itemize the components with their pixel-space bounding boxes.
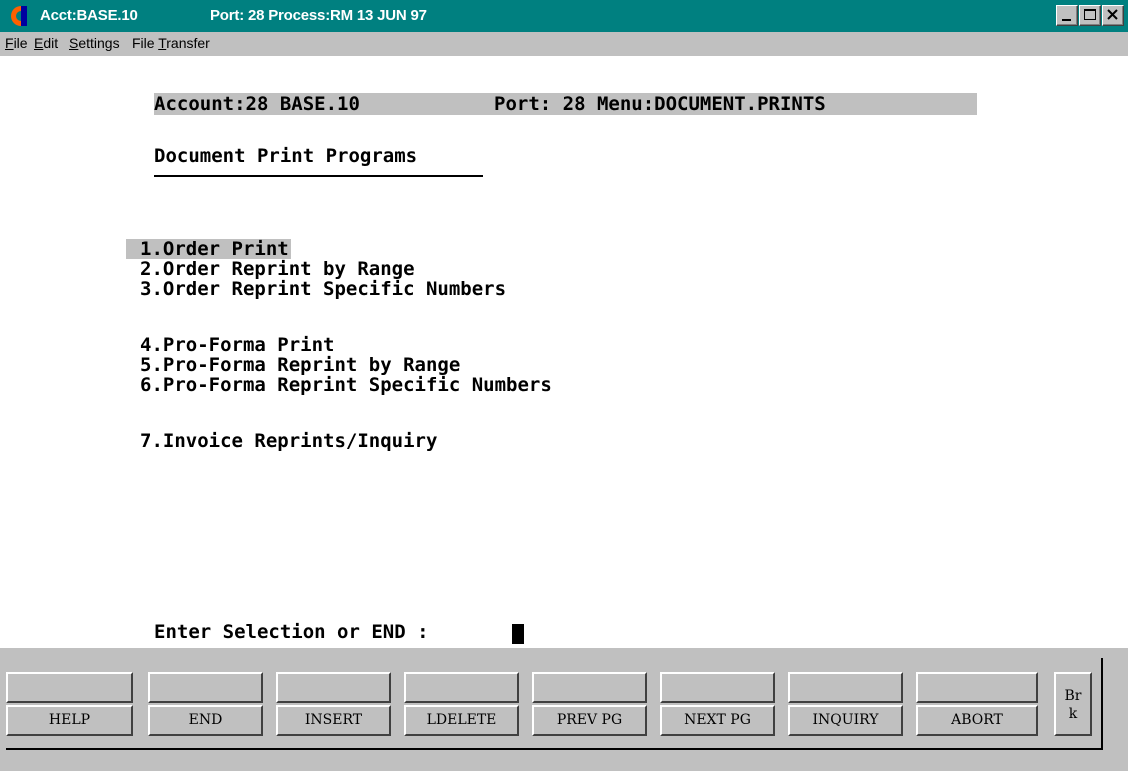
fkey-top-1[interactable] [6, 672, 133, 703]
page-title: Document Print Programs [154, 145, 418, 167]
ldelete-key[interactable]: LDELETE [404, 705, 519, 736]
terminal-screen[interactable]: Account:28 BASE.10 Port: 28 Menu:DOCUMEN… [0, 56, 1128, 648]
status-account: Account:28 BASE.10 [154, 93, 360, 115]
insert-key[interactable]: INSERT [276, 705, 391, 736]
maximize-icon [1084, 9, 1096, 20]
function-key-bar: HELP END INSERT LDELETE PREV PG NEXT PG … [0, 648, 1128, 771]
menu-option-7[interactable]: 7.Invoice Reprints/Inquiry [140, 431, 437, 451]
maximize-button[interactable] [1079, 5, 1101, 26]
title-bar: Acct:BASE.10 Port: 28 Process:RM 13 JUN … [0, 0, 1128, 32]
abort-key[interactable]: ABORT [916, 705, 1038, 736]
menu-settings[interactable]: Settings [69, 35, 120, 51]
break-key[interactable]: Br k [1054, 672, 1092, 736]
function-key-panel: HELP END INSERT LDELETE PREV PG NEXT PG … [6, 658, 1103, 750]
terminal-window: Acct:BASE.10 Port: 28 Process:RM 13 JUN … [0, 0, 1128, 771]
menu-file-transfer[interactable]: File Transfer [132, 35, 210, 51]
help-key[interactable]: HELP [6, 705, 133, 736]
menu-option-4[interactable]: 4.Pro-Forma Print [140, 335, 334, 355]
next-page-key[interactable]: NEXT PG [660, 705, 775, 736]
selection-prompt: Enter Selection or END : [154, 621, 429, 643]
fkey-top-3[interactable] [276, 672, 391, 703]
menu-option-6[interactable]: 6.Pro-Forma Reprint Specific Numbers [140, 375, 552, 395]
inquiry-key[interactable]: INQUIRY [788, 705, 903, 736]
break-key-label-1: Br [1064, 688, 1082, 704]
prev-page-key[interactable]: PREV PG [532, 705, 647, 736]
menu-option-5[interactable]: 5.Pro-Forma Reprint by Range [140, 355, 460, 375]
minimize-icon [1062, 19, 1071, 21]
menu-edit[interactable]: Edit [34, 35, 58, 51]
fkey-top-5[interactable] [532, 672, 647, 703]
text-cursor[interactable] [512, 624, 524, 644]
fkey-top-6[interactable] [660, 672, 775, 703]
menu-bar: File Edit Settings File Transfer [0, 32, 1128, 56]
heading-underline [154, 175, 483, 177]
close-button[interactable] [1102, 5, 1124, 26]
minimize-button[interactable] [1056, 5, 1078, 26]
menu-option-3[interactable]: 3.Order Reprint Specific Numbers [140, 279, 506, 299]
menu-option-2[interactable]: 2.Order Reprint by Range [140, 259, 415, 279]
app-icon[interactable] [6, 5, 28, 27]
fkey-top-7[interactable] [788, 672, 903, 703]
menu-option-1[interactable]: 1.Order Print [126, 239, 291, 259]
fkey-top-8[interactable] [916, 672, 1038, 703]
break-key-label-2: k [1068, 706, 1078, 722]
menu-file[interactable]: File [5, 35, 28, 51]
title-port-process: Port: 28 Process:RM 13 JUN 97 [210, 7, 427, 24]
close-icon [1107, 9, 1118, 20]
status-port-menu: Port: 28 Menu:DOCUMENT.PRINTS [494, 93, 826, 115]
fkey-top-2[interactable] [148, 672, 263, 703]
fkey-top-4[interactable] [404, 672, 519, 703]
status-line: Account:28 BASE.10 Port: 28 Menu:DOCUMEN… [154, 93, 977, 115]
title-account: Acct:BASE.10 [40, 7, 138, 24]
end-key[interactable]: END [148, 705, 263, 736]
